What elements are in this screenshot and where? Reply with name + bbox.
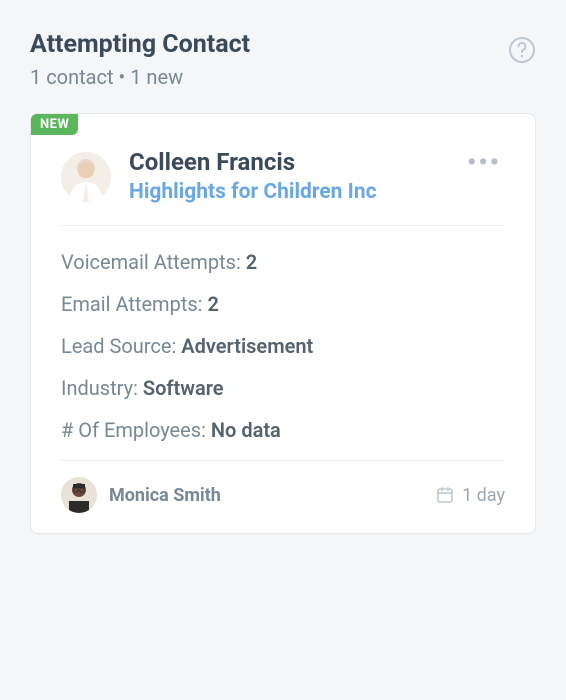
detail-row: # Of Employees: No data [61, 418, 505, 442]
detail-row: Email Attempts: 2 [61, 292, 505, 316]
column-subtitle: 1 contact • 1 new [30, 65, 536, 89]
more-menu-button[interactable]: ••• [463, 154, 505, 172]
detail-value: 2 [246, 250, 257, 274]
detail-label: Lead Source: [61, 334, 176, 358]
detail-row: Industry: Software [61, 376, 505, 400]
help-icon[interactable] [508, 36, 536, 64]
detail-row: Voicemail Attempts: 2 [61, 250, 505, 274]
detail-label: # Of Employees: [61, 418, 206, 442]
new-badge: NEW [31, 114, 78, 135]
owner-avatar[interactable] [61, 477, 97, 513]
card-header: Colleen Francis Highlights for Children … [61, 148, 505, 205]
detail-value: 2 [208, 292, 219, 316]
detail-label: Email Attempts: [61, 292, 203, 316]
contact-card[interactable]: NEW Colleen Francis Highlights for Child… [30, 113, 536, 534]
detail-value: Software [143, 376, 224, 400]
detail-row: Lead Source: Advertisement [61, 334, 505, 358]
detail-list: Voicemail Attempts: 2 Email Attempts: 2 … [61, 226, 505, 460]
detail-value: No data [211, 418, 281, 442]
calendar-icon [436, 486, 454, 504]
contact-name: Colleen Francis [129, 148, 445, 177]
age-indicator: 1 day [436, 485, 505, 506]
contact-avatar[interactable] [61, 152, 111, 202]
owner-name[interactable]: Monica Smith [109, 485, 424, 506]
detail-label: Voicemail Attempts: [61, 250, 241, 274]
column-header: Attempting Contact 1 contact • 1 new [30, 30, 536, 89]
detail-value: Advertisement [181, 334, 313, 358]
age-text: 1 day [462, 485, 505, 506]
company-link[interactable]: Highlights for Children Inc [129, 179, 445, 205]
column-title: Attempting Contact [30, 30, 536, 59]
card-footer: Monica Smith 1 day [61, 461, 505, 513]
detail-label: Industry: [61, 376, 138, 400]
